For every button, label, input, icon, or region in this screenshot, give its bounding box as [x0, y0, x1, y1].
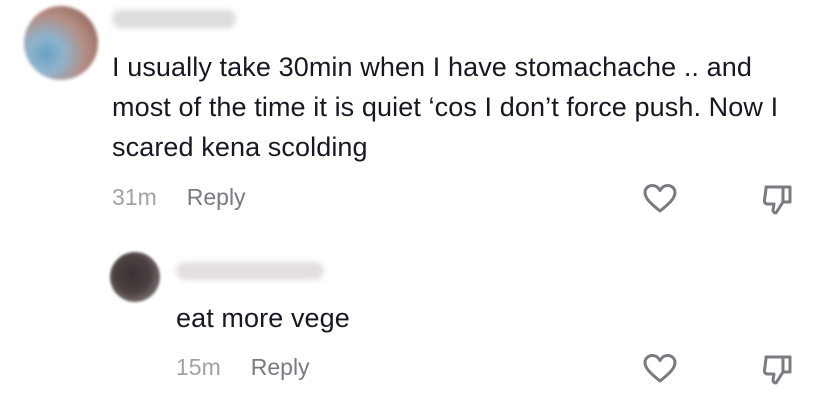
- heart-outline-icon[interactable]: [641, 350, 679, 388]
- thumbs-down-icon[interactable]: [758, 180, 796, 218]
- comment-text: I usually take 30min when I have stomach…: [112, 52, 779, 162]
- thumbs-down-icon[interactable]: [758, 350, 796, 388]
- avatar[interactable]: [24, 6, 98, 80]
- comment-meta: 15m Reply: [176, 354, 310, 381]
- comment-text: eat more vege: [176, 303, 350, 333]
- reply-button[interactable]: Reply: [187, 184, 246, 211]
- username-blurred[interactable]: [112, 10, 236, 28]
- username-blurred[interactable]: [176, 262, 324, 280]
- heart-outline-icon[interactable]: [641, 180, 679, 218]
- comment-timestamp: 31m: [112, 184, 157, 210]
- avatar[interactable]: [110, 252, 160, 302]
- comment-timestamp: 15m: [176, 354, 221, 380]
- comment-meta: 31m Reply: [112, 184, 246, 211]
- reply-button[interactable]: Reply: [251, 354, 310, 381]
